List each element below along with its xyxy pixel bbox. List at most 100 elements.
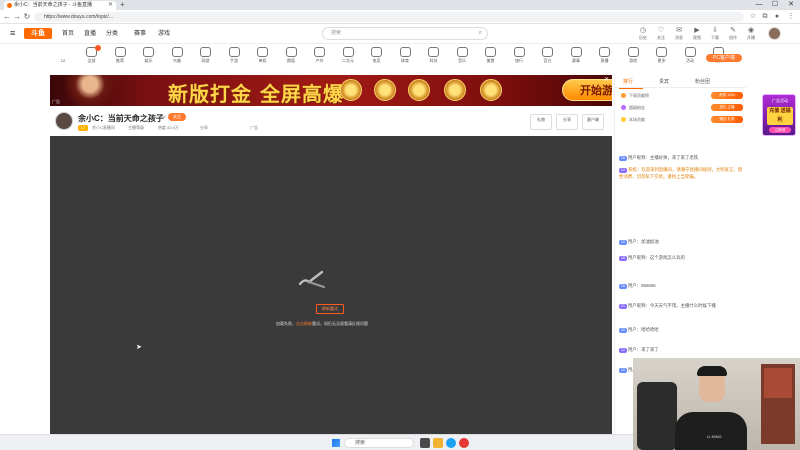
rank-label: 超级粉丝 [629, 105, 645, 110]
nav-category[interactable]: 分类 [106, 29, 118, 39]
category-item[interactable]: 鸟巢 [164, 47, 190, 65]
category-item[interactable]: 网游 [193, 47, 219, 65]
reload-icon[interactable]: ↻ [22, 11, 32, 23]
edge-icon[interactable] [446, 438, 456, 448]
close-window-button[interactable]: ✕ [784, 0, 798, 10]
category-item[interactable]: 体育 [392, 47, 418, 65]
side-ad[interactable]: 广告活动 充值 送福利 立即领 [762, 94, 796, 136]
category-item[interactable]: 户外 [307, 47, 333, 65]
header-video[interactable]: ▶ 视频 [688, 26, 706, 41]
side-ad-button[interactable]: 立即领 [769, 127, 791, 133]
nav-home[interactable]: 首页 [62, 29, 74, 39]
category-item[interactable]: 官方 [535, 47, 561, 65]
streamer-avatar[interactable] [55, 112, 73, 130]
url-field[interactable]: https://www.douyu.com/topic/... [34, 12, 744, 22]
search-input[interactable]: 搜索 ⌕ [322, 27, 488, 40]
category-item[interactable]: 推荐 [107, 47, 133, 65]
category-item[interactable]: 娱乐 [136, 47, 162, 65]
tab-vip[interactable]: 贵宾 [659, 78, 669, 85]
category-icon [485, 47, 496, 57]
header-message[interactable]: ✉ 消息 [670, 26, 688, 41]
nav-match[interactable]: 赛事 [134, 29, 146, 39]
back-icon[interactable]: ← [2, 11, 12, 23]
category-label: 赛事 [572, 58, 580, 63]
category-item[interactable]: 旅行 [506, 47, 532, 65]
browser-tab-bar: 余小C：当前天命之孩子 - 斗鱼直播 ✕ + — ☐ ✕ [0, 0, 800, 10]
category-item[interactable]: 美食 [478, 47, 504, 65]
rank-pill-button[interactable]: 贵宾 1234 [711, 92, 743, 99]
file-explorer-icon[interactable] [433, 438, 443, 448]
rank-row[interactable]: 本场贡献 赠送 礼物 [619, 115, 743, 124]
chat-text: 用户：哈哈哈哈 [627, 327, 659, 332]
category-icon [371, 47, 382, 57]
header-download[interactable]: ⇩ 下载 [706, 26, 724, 41]
banner-coin-icon [374, 79, 396, 101]
user-level-badge: 21 [619, 304, 627, 309]
rank-pill-button[interactable]: 赠送 礼物 [711, 116, 743, 123]
chrome-icon[interactable] [459, 438, 469, 448]
pc-client-button[interactable]: PC客户端 [706, 54, 742, 62]
nav-game[interactable]: 游戏 [158, 29, 170, 39]
category-item[interactable]: 直播 [592, 47, 618, 65]
chat-message: 10 用户：加油加油 [619, 239, 743, 246]
header-history[interactable]: ◷ 历史 [634, 26, 652, 41]
new-tab-button[interactable]: + [120, 0, 125, 10]
client-button[interactable]: 客户端 [582, 114, 604, 130]
rank-row[interactable]: 超级粉丝 送礼 主播 [619, 103, 743, 112]
category-item[interactable]: 科技 [421, 47, 447, 65]
category-item[interactable]: 电竞 [364, 47, 390, 65]
banner-gold-icon [408, 79, 430, 101]
category-item[interactable]: 单机 [250, 47, 276, 65]
category-label: 网游 [201, 58, 210, 63]
taskbar-search[interactable]: 搜索 [344, 438, 414, 448]
douyu-logo[interactable]: 斗鱼 [24, 28, 52, 39]
category-item[interactable]: 二次元 [335, 47, 361, 65]
browser-tab[interactable]: 余小C：当前天命之孩子 - 斗鱼直播 ✕ [4, 1, 116, 10]
category-label: 旅行 [515, 58, 523, 63]
gift-button[interactable]: 礼物 [530, 114, 552, 130]
refresh-link[interactable]: 点击刷新 [296, 321, 312, 326]
share-button[interactable]: 分享 [556, 114, 578, 130]
follow-button[interactable]: 关注 [168, 113, 186, 121]
star-icon[interactable]: ☆ [748, 12, 758, 22]
category-item[interactable]: 12 [50, 47, 76, 65]
category-label: 娱乐 [144, 58, 153, 63]
user-avatar[interactable] [768, 27, 781, 40]
user-level-badge: 12 [619, 348, 627, 353]
chat-text: 用户：来了来了 [627, 347, 659, 352]
tab-fans[interactable]: 粉丝团 [695, 78, 710, 85]
category-item[interactable]: 音乐 [449, 47, 475, 65]
rank-dot-icon [621, 105, 626, 110]
category-item[interactable]: 游戏 [620, 47, 646, 65]
nav-live[interactable]: 直播 [84, 29, 96, 39]
refresh-retry-button[interactable]: 刷新重试 [316, 304, 344, 314]
windows-start-icon[interactable] [332, 439, 340, 447]
header-go-live[interactable]: ◉ 开播 [742, 26, 760, 41]
close-ad-icon[interactable]: ✕ [604, 76, 609, 83]
header-follow[interactable]: ♡ 关注 [652, 26, 670, 41]
maximize-button[interactable]: ☐ [768, 0, 782, 10]
webcam-person-hair [697, 366, 727, 376]
forward-icon[interactable]: → [12, 11, 22, 23]
rank-pill-button[interactable]: 送礼 主播 [711, 104, 743, 111]
category-item[interactable]: 颜值 [278, 47, 304, 65]
close-tab-icon[interactable]: ✕ [108, 1, 113, 10]
category-item[interactable]: 赛事 [563, 47, 589, 65]
hamburger-menu-icon[interactable]: ≡ [10, 28, 15, 39]
share-link[interactable]: 分享 [200, 125, 208, 131]
category-item[interactable]: 手游 [221, 47, 247, 65]
tab-rank[interactable]: 排行 [623, 78, 633, 85]
category-item[interactable]: 全部 [79, 45, 105, 65]
task-view-icon[interactable] [420, 438, 430, 448]
minimize-button[interactable]: — [752, 0, 766, 10]
game-ad-banner[interactable]: 新版打金 全屏高爆 开始游戏 ✕ 广告 [50, 75, 612, 106]
extensions-icon[interactable]: ⧉ [760, 12, 770, 22]
rank-row[interactable]: 下周贡献榜 贵宾 1234 [619, 91, 743, 100]
category-item[interactable]: 活动 [677, 47, 703, 65]
menu-icon[interactable]: ⋮ [786, 12, 796, 22]
video-player[interactable]: 刷新重试 加载失败，点击刷新重试，如仍无法观看请反馈问题 ➤ [50, 136, 612, 434]
profile-icon[interactable]: ● [772, 12, 782, 22]
category-item[interactable]: 更多 [649, 47, 675, 65]
search-icon[interactable]: ⌕ [479, 28, 482, 39]
header-create[interactable]: ✎ 创作 [724, 26, 742, 41]
